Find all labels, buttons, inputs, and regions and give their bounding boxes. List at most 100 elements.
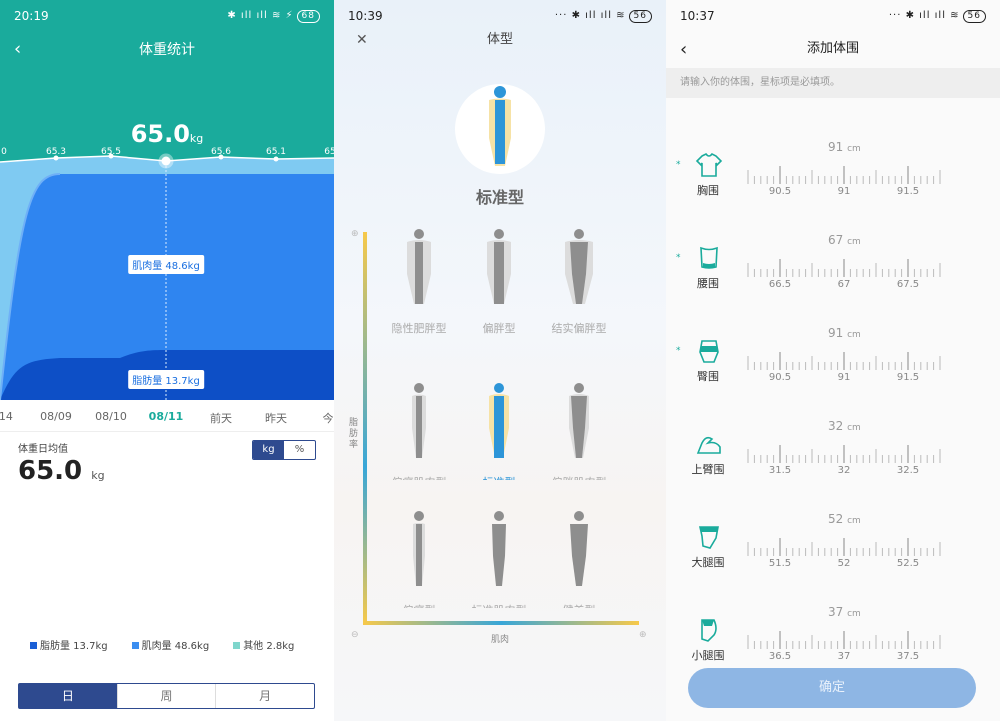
avg-weight-unit: kg bbox=[91, 469, 105, 482]
figure-muscular[interactable] bbox=[564, 382, 594, 458]
status-time: 10:37 bbox=[680, 9, 715, 23]
legend-other: 其他 2.8kg bbox=[233, 637, 294, 652]
unit-percent-button[interactable]: % bbox=[284, 441, 315, 459]
measurement-name: 小腿围 bbox=[691, 649, 725, 662]
ruler-label: 90.5 bbox=[768, 372, 792, 383]
required-star: * bbox=[676, 253, 681, 263]
hint-banner: 请输入你的体围，星标项是必填项。 bbox=[666, 68, 1000, 98]
chart-legend: 脂肪量 13.7kg 肌肉量 48.6kg 其他 2.8kg bbox=[30, 637, 294, 652]
battery-icon: 68 bbox=[296, 9, 320, 23]
status-icons: ··· ✱ ıll ıll ≋ 56 bbox=[889, 9, 986, 23]
muscle-axis bbox=[363, 621, 639, 625]
figure-very-muscular[interactable] bbox=[564, 510, 594, 586]
current-weight: 65.0kg bbox=[0, 120, 334, 148]
measurement-name: 胸围 bbox=[697, 184, 719, 197]
y-axis-label: 脂肪率 bbox=[349, 418, 359, 450]
selected-figure-circle bbox=[455, 84, 545, 174]
measurement-ruler[interactable] bbox=[744, 627, 944, 653]
tab-week[interactable]: 周 bbox=[116, 684, 216, 708]
confirm-button[interactable]: 确定 bbox=[688, 668, 976, 708]
status-icons: ··· ✱ ıll ıll ≋ 56 bbox=[555, 9, 652, 23]
ruler-label: 67.5 bbox=[896, 279, 920, 290]
legend-muscle: 肌肉量 48.6kg bbox=[131, 637, 209, 652]
ruler-label: 31.5 bbox=[768, 465, 792, 476]
status-time: 20:19 bbox=[14, 9, 49, 23]
date-tab[interactable]: 08/10 bbox=[95, 410, 127, 423]
body-composition-area-chart[interactable] bbox=[0, 150, 334, 400]
legend-fat: 脂肪量 13.7kg bbox=[30, 637, 108, 652]
standard-figure-icon bbox=[489, 86, 511, 166]
page-title: 体型 bbox=[486, 32, 513, 47]
ruler-label: 36.5 bbox=[768, 651, 792, 662]
figure-slim-muscle[interactable] bbox=[484, 510, 514, 586]
required-star: * bbox=[676, 346, 681, 356]
back-icon[interactable]: ‹ bbox=[14, 39, 21, 60]
date-tab-selected[interactable]: 08/11 bbox=[149, 410, 184, 423]
unit-toggle: kg % bbox=[252, 440, 316, 460]
current-weight-unit: kg bbox=[189, 132, 204, 145]
ruler-label: 37 bbox=[837, 651, 851, 662]
shirt-icon bbox=[695, 152, 723, 177]
weight-point[interactable] bbox=[108, 153, 114, 159]
unit-kg-button[interactable]: kg bbox=[253, 441, 284, 459]
measurement-value: 37 cm bbox=[828, 605, 861, 619]
figure-label: 结实偏胖型 bbox=[551, 322, 607, 335]
current-weight-value: 65.0 bbox=[130, 120, 190, 148]
measurement-value: 52 cm bbox=[828, 512, 861, 526]
weight-stats-screen: 20:19 ✱ ıll ıll ≋ ⚡ 68 ‹ 体重统计 65.0kg 0 65… bbox=[0, 0, 334, 721]
nav-bar: ‹ 添加体围 bbox=[666, 34, 1000, 66]
measurement-ruler[interactable] bbox=[744, 441, 944, 467]
figure-label-clipped: 偏瘦型 bbox=[403, 602, 436, 608]
measurement-value: 67 cm bbox=[828, 233, 861, 247]
measurement-row-0: * 胸围 91 cm 90.5 91 91.5 bbox=[666, 140, 1000, 232]
figure-slim[interactable] bbox=[404, 382, 434, 458]
measurement-row-1: * 腰围 67 cm 66.5 67 67.5 bbox=[666, 233, 1000, 325]
date-tab[interactable]: 08/09 bbox=[40, 410, 72, 423]
date-axis: /14 08/09 08/10 08/11 前天 昨天 今 bbox=[0, 400, 334, 432]
ruler-label: 32 bbox=[837, 465, 851, 476]
selected-weight-point[interactable] bbox=[161, 156, 171, 166]
measurement-ruler[interactable] bbox=[744, 348, 944, 374]
ruler-label: 91.5 bbox=[896, 372, 920, 383]
ruler-label: 37.5 bbox=[896, 651, 920, 662]
close-icon[interactable]: ✕ bbox=[356, 26, 368, 54]
measurement-name: 臀围 bbox=[697, 370, 719, 383]
figure-thin[interactable] bbox=[404, 510, 434, 586]
back-icon[interactable]: ‹ bbox=[680, 35, 687, 65]
avg-weight-value: 65.0 bbox=[18, 456, 83, 486]
figure-hidden-obese[interactable] bbox=[404, 228, 434, 304]
body-type-screen: 10:39 ··· ✱ ıll ıll ≋ 56 ✕ 体型 标准型 ⊕ ⊖ ⊕ 脂… bbox=[334, 0, 666, 721]
figure-label: 偏胖型 bbox=[482, 322, 516, 335]
ruler-label: 51.5 bbox=[768, 558, 792, 569]
figure-label-clipped: 标准肌肉型 bbox=[472, 602, 527, 608]
weight-point[interactable] bbox=[273, 156, 279, 162]
tab-month[interactable]: 月 bbox=[215, 684, 314, 708]
page-title: 添加体围 bbox=[806, 41, 859, 56]
fat-tooltip: 脂肪量 13.7kg bbox=[128, 370, 204, 389]
date-tab[interactable]: /14 bbox=[0, 410, 13, 423]
tab-day[interactable]: 日 bbox=[19, 684, 117, 708]
required-star: * bbox=[676, 160, 681, 170]
figure-standard-selected[interactable] bbox=[484, 382, 514, 458]
date-tab[interactable]: 前天 bbox=[210, 410, 232, 426]
weight-point[interactable] bbox=[218, 154, 224, 160]
date-tab[interactable]: 今 bbox=[323, 410, 334, 426]
measurement-ruler[interactable] bbox=[744, 255, 944, 281]
figure-solid-overweight[interactable] bbox=[564, 228, 594, 304]
status-bar: 10:37 ··· ✱ ıll ıll ≋ 56 bbox=[666, 0, 1000, 32]
x-axis-label: 肌肉 bbox=[490, 635, 509, 645]
status-bar: 20:19 ✱ ıll ıll ≋ ⚡ 68 bbox=[0, 0, 334, 32]
figure-overweight[interactable] bbox=[484, 228, 514, 304]
status-time: 10:39 bbox=[348, 9, 383, 23]
measurement-ruler[interactable] bbox=[744, 534, 944, 560]
ruler-label: 91 bbox=[837, 186, 851, 197]
date-tab[interactable]: 昨天 bbox=[265, 410, 287, 426]
fat-axis bbox=[363, 232, 367, 624]
weight-point[interactable] bbox=[53, 155, 59, 161]
measurement-row-4: 大腿围 52 cm 51.5 52 52.5 bbox=[666, 512, 1000, 604]
status-icons: ✱ ıll ıll ≋ ⚡ 68 bbox=[227, 9, 320, 23]
ruler-label: 66.5 bbox=[768, 279, 792, 290]
measurement-value: 91 cm bbox=[828, 140, 861, 154]
measurement-row-3: 上臂围 32 cm 31.5 32 32.5 bbox=[666, 419, 1000, 511]
measurement-ruler[interactable] bbox=[744, 162, 944, 188]
